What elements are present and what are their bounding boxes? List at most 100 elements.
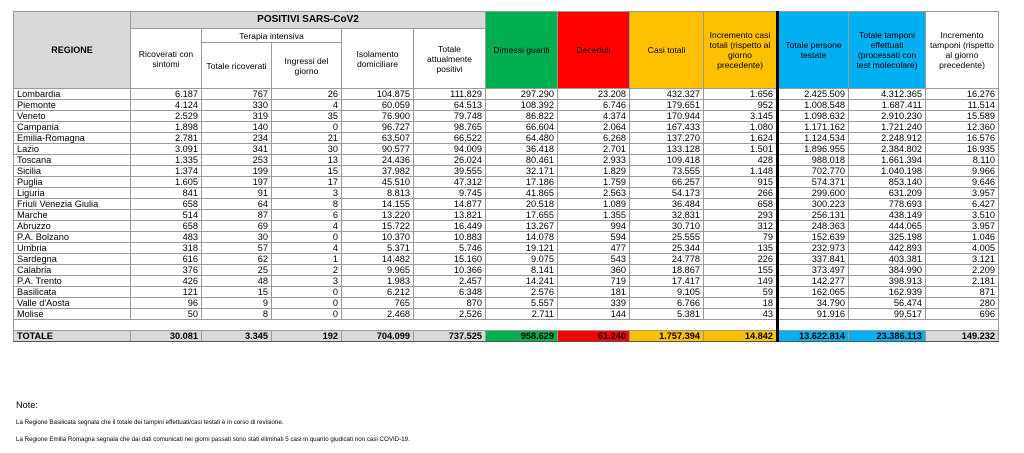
value-cell: 3.121	[925, 253, 999, 265]
value-cell: 162.939	[848, 286, 926, 298]
value-cell: 0	[271, 297, 342, 309]
value-cell: 15.722	[341, 220, 414, 232]
table-row: Basilicata 121 15 0 6.212 6.348 2.576 181 9.105 5…	[13, 286, 999, 298]
value-cell: 6	[271, 209, 342, 221]
table-row: Lombardia 6.187 767 26 104.875 111.829 297.290…	[13, 88, 999, 100]
value-cell: 14.155	[341, 198, 414, 210]
value-cell: 841	[130, 187, 202, 199]
value-cell: 2.384.802	[848, 143, 926, 155]
value-cell: 13.821	[413, 209, 486, 221]
value-cell: 3.957	[925, 220, 999, 232]
region-name: Piemonte	[13, 99, 131, 111]
value-cell: 73.555	[629, 165, 704, 177]
value-cell: 19.121	[485, 242, 558, 254]
value-cell: 197	[201, 176, 272, 188]
value-cell: 162.065	[776, 286, 849, 298]
value-cell: 149.232	[925, 330, 999, 342]
value-cell: 4	[271, 99, 342, 111]
value-cell: 17	[271, 176, 342, 188]
value-cell: 658	[130, 198, 202, 210]
table-body: Lombardia 6.187 767 26 104.875 111.829 297.290…	[13, 88, 999, 342]
header-isolamento: Isolamento domiciliare	[341, 28, 414, 89]
value-cell: 3.510	[925, 209, 999, 221]
note-line: La Regione Emilia Romagna segnala che da…	[16, 436, 410, 443]
value-cell: 35	[271, 110, 342, 122]
value-cell: 12.360	[925, 121, 999, 133]
value-cell: 21	[271, 132, 342, 144]
value-cell: 56.474	[848, 297, 926, 309]
value-cell: 853.140	[848, 176, 926, 188]
table-row: Lazio 3.091 341 30 90.577 94.009 36.418 2.701 13…	[13, 143, 999, 155]
value-cell: 142.277	[776, 275, 849, 287]
value-cell: 1.687.411	[848, 99, 926, 111]
header-regione: REGIONE	[13, 11, 131, 89]
region-name: P.A. Trento	[13, 275, 131, 287]
value-cell: 3	[271, 275, 342, 287]
value-cell: 79	[703, 231, 778, 243]
value-cell: 9.745	[413, 187, 486, 199]
value-cell: 719	[557, 275, 630, 287]
value-cell: 1.898	[130, 121, 202, 133]
value-cell: 111.829	[413, 88, 486, 100]
value-cell: 1.098.632	[776, 110, 849, 122]
value-cell: 1.624	[703, 132, 778, 144]
value-cell: 952	[703, 99, 778, 111]
value-cell: 253	[201, 154, 272, 166]
value-cell: 94.009	[413, 143, 486, 155]
region-name: Toscana	[13, 154, 131, 166]
value-cell: 60.059	[341, 99, 414, 111]
value-cell: 2.457	[413, 275, 486, 287]
value-cell: 3.091	[130, 143, 202, 155]
value-cell: 444.065	[848, 220, 926, 232]
value-cell: 1.829	[557, 165, 630, 177]
value-cell: 2.248.912	[848, 132, 926, 144]
value-cell: 765	[341, 297, 414, 309]
value-cell: 871	[925, 286, 999, 298]
value-cell: 2.910.230	[848, 110, 926, 122]
value-cell: 192	[271, 330, 342, 342]
table-row: Umbria 318 57 4 5.371 5.746 19.121 477 25.344 135…	[13, 242, 999, 254]
value-cell: 312	[703, 220, 778, 232]
value-cell: 1.721.240	[848, 121, 926, 133]
value-cell: 32.171	[485, 165, 558, 177]
value-cell: 2.526	[413, 308, 486, 320]
value-cell: 403.381	[848, 253, 926, 265]
value-cell: 702.770	[776, 165, 849, 177]
value-cell: 318	[130, 242, 202, 254]
value-cell: 631.209	[848, 187, 926, 199]
region-name: Lazio	[13, 143, 131, 155]
value-cell: 293	[703, 209, 778, 221]
value-cell: 25.555	[629, 231, 704, 243]
value-cell: 15	[271, 165, 342, 177]
value-cell: 23.208	[557, 88, 630, 100]
value-cell: 59	[703, 286, 778, 298]
value-cell: 778.693	[848, 198, 926, 210]
value-cell: 767	[201, 88, 272, 100]
notes-title: Note:	[16, 400, 38, 410]
value-cell: 62	[201, 253, 272, 265]
value-cell: 91.916	[776, 308, 849, 320]
value-cell: 0	[271, 121, 342, 133]
value-cell: 18.867	[629, 264, 704, 276]
value-cell: 1.008.548	[776, 99, 849, 111]
value-cell: 988.018	[776, 154, 849, 166]
value-cell: 299.600	[776, 187, 849, 199]
value-cell: 6.268	[557, 132, 630, 144]
table-row: Calabria 376 25 2 9.965 10.366 8.141 360 18.867 1…	[13, 264, 999, 276]
value-cell: 2.209	[925, 264, 999, 276]
value-cell: 6.187	[130, 88, 202, 100]
value-cell: 432.327	[629, 88, 704, 100]
spacer-row	[13, 319, 999, 331]
value-cell: 8	[201, 308, 272, 320]
value-cell: 14.482	[341, 253, 414, 265]
value-cell: 15.589	[925, 110, 999, 122]
notes-section: Note: La Regione Basilicata segnala che …	[16, 400, 410, 453]
value-cell: 442.893	[848, 242, 926, 254]
table-row: Friuli Venezia Giulia 658 64 8 14.155 14.877 2…	[13, 198, 999, 210]
value-cell: 13.220	[341, 209, 414, 221]
value-cell: 16.576	[925, 132, 999, 144]
value-cell: 1.656	[703, 88, 778, 100]
value-cell: 1.661.394	[848, 154, 926, 166]
value-cell: 64	[201, 198, 272, 210]
value-cell: 438.149	[848, 209, 926, 221]
